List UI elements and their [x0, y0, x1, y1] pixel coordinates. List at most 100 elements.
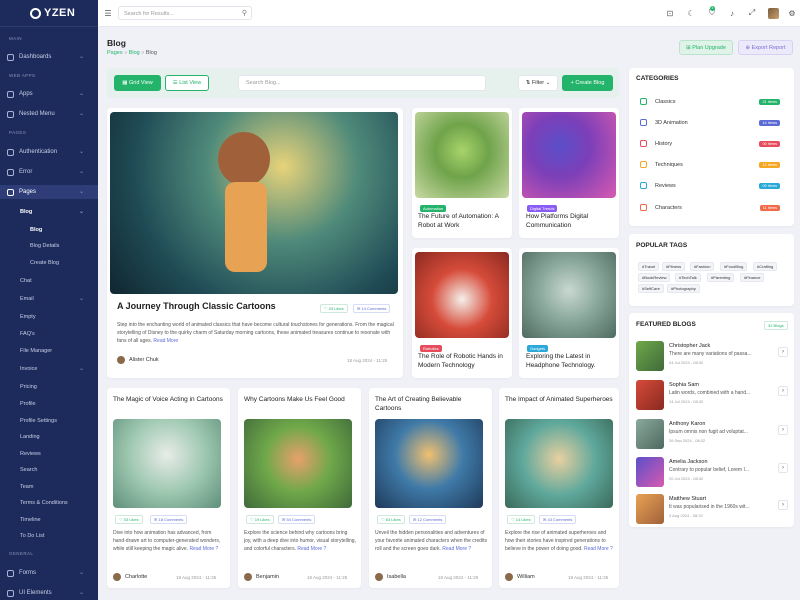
sidebar-item-blog[interactable]: Blog: [0, 223, 98, 237]
tag-chip[interactable]: #Finance: [740, 273, 765, 282]
bell-icon[interactable]: ♪: [727, 8, 737, 18]
category-tag[interactable]: Automation: [420, 205, 447, 212]
likes-badge[interactable]: ♡ 14 Likes: [507, 515, 535, 524]
blog-author[interactable]: Isabella: [375, 573, 406, 581]
blog-title[interactable]: The Future of Automation: A Robot at Wor…: [418, 212, 510, 231]
tag-chip[interactable]: #Parenting: [707, 273, 735, 282]
category-item[interactable]: History 06 Items: [640, 133, 784, 154]
tag-chip[interactable]: #Fitness: [662, 262, 686, 271]
featured-blog-item[interactable]: Christopher Jack There are many variatio…: [636, 341, 790, 381]
likes-badge[interactable]: ♡ 19 Likes: [246, 515, 274, 524]
tag-chip[interactable]: #SelfCare: [638, 284, 664, 293]
chevron-right-icon[interactable]: ›: [778, 463, 788, 473]
sidebar-item-team[interactable]: Team: [0, 480, 98, 494]
sidebar-item-error[interactable]: Error ⌄: [0, 165, 98, 179]
sidebar-item-pricing[interactable]: Pricing: [0, 380, 98, 394]
create-blog-button[interactable]: + Create Blog: [562, 75, 613, 91]
sidebar-item-profile-settings[interactable]: Profile Settings: [0, 414, 98, 428]
sidebar-item-search[interactable]: Search: [0, 463, 98, 477]
sidebar-item-ui-elements[interactable]: UI Elements ⌄: [0, 586, 98, 600]
featured-blog-item[interactable]: Matthew Stuart It was popularised in the…: [636, 494, 790, 534]
sidebar-item-todo[interactable]: To Do List: [0, 529, 98, 543]
blog-title[interactable]: The Art of Creating Believable Cartoons: [375, 395, 487, 414]
blog-title[interactable]: Exploring the Latest in Headphone Techno…: [526, 352, 616, 371]
blog-title[interactable]: How Platforms Digital Communication: [526, 212, 616, 231]
sidebar-item-file-manager[interactable]: File Manager: [0, 344, 98, 358]
fullscreen-icon[interactable]: ⤢: [747, 8, 757, 18]
read-more-link[interactable]: Read More ?: [189, 546, 218, 552]
tag-chip[interactable]: #Photography: [667, 284, 700, 293]
comments-badge[interactable]: ✉ 12 Comments: [409, 515, 447, 524]
category-item[interactable]: Techniques 12 Items: [640, 154, 784, 175]
sidebar-item-nested-menu[interactable]: Nested Menu ⌄: [0, 107, 98, 121]
comments-badge[interactable]: ✉ 54 Comments: [278, 515, 316, 524]
sidebar-item-chat[interactable]: Chat: [0, 274, 98, 288]
hamburger-icon[interactable]: ☰: [103, 8, 113, 18]
list-view-button[interactable]: ☰ List View: [165, 75, 209, 91]
grid-view-button[interactable]: ▦ Grid View: [114, 75, 161, 91]
moon-icon[interactable]: ☾: [686, 8, 696, 18]
featured-blog-title[interactable]: A Journey Through Classic Cartoons: [117, 300, 276, 313]
category-item[interactable]: 3D Animation 14 Items: [640, 112, 784, 133]
tag-chip[interactable]: #BookReview: [638, 273, 671, 282]
language-icon[interactable]: ⊡: [665, 8, 675, 18]
sidebar-item-empty[interactable]: Empty: [0, 310, 98, 324]
sidebar-item-pages[interactable]: Pages ⌄: [0, 185, 98, 199]
blog-author[interactable]: William: [505, 573, 535, 581]
sidebar-item-forms[interactable]: Forms ⌄: [0, 566, 98, 580]
featured-blog-author[interactable]: Alister Chuk: [117, 356, 159, 364]
app-logo[interactable]: YZEN: [0, 0, 98, 27]
sidebar-item-profile[interactable]: Profile: [0, 397, 98, 411]
sidebar-item-email[interactable]: Email ⌄: [0, 292, 98, 306]
sidebar-item-authentication[interactable]: Authentication ⌄: [0, 145, 98, 159]
blog-search-input[interactable]: Search Blog...: [238, 75, 486, 91]
sidebar-item-apps[interactable]: Apps ⌄: [0, 87, 98, 101]
read-more-link[interactable]: Read More ?: [442, 546, 471, 552]
sidebar-item-landing[interactable]: Landing: [0, 430, 98, 444]
tag-chip[interactable]: #Fashion: [690, 262, 715, 271]
breadcrumb-blog[interactable]: Blog: [129, 50, 140, 56]
featured-blog-item[interactable]: Amelia Jackson Contrary to popular belie…: [636, 457, 790, 497]
blog-card[interactable]: The Impact of Animated Superheroes ♡ 14 …: [499, 388, 619, 588]
read-more-link[interactable]: Read More ?: [584, 546, 613, 552]
sidebar-item-timeline[interactable]: Timeline: [0, 513, 98, 527]
chevron-right-icon[interactable]: ›: [778, 347, 788, 357]
filter-button[interactable]: ⇅ Filter ⌄: [518, 75, 558, 91]
likes-badge[interactable]: ♡ 03 Likes: [320, 304, 348, 313]
sidebar-item-create-blog[interactable]: Create Blog: [0, 256, 98, 270]
blog-title[interactable]: The Magic of Voice Acting in Cartoons: [113, 395, 225, 404]
sidebar-item-dashboards[interactable]: Dashboards ⌄: [0, 50, 98, 64]
chevron-right-icon[interactable]: ›: [778, 386, 788, 396]
category-item[interactable]: Reviews 09 Items: [640, 175, 784, 196]
featured-blog-item[interactable]: Anthony Karon Ipsum omnis non fugit ad v…: [636, 419, 790, 459]
sidebar-item-terms[interactable]: Terms & Conditions: [0, 496, 98, 510]
blog-title[interactable]: Why Cartoons Make Us Feel Good: [244, 395, 356, 404]
read-more-link[interactable]: Read More: [153, 338, 178, 344]
comments-badge[interactable]: ✉ 43 Comments: [539, 515, 577, 524]
blog-title[interactable]: The Role of Robotic Hands in Modern Tech…: [418, 352, 510, 371]
blog-card[interactable]: Why Cartoons Make Us Feel Good ♡ 19 Like…: [238, 388, 361, 588]
featured-blog-item[interactable]: Sophia Sam Latin words, combined with a …: [636, 380, 790, 420]
likes-badge[interactable]: ♡ 03 Likes: [115, 515, 143, 524]
sidebar-item-invoice[interactable]: Invoice ⌄: [0, 362, 98, 376]
tag-chip[interactable]: #Travel: [638, 262, 660, 271]
breadcrumb-pages[interactable]: Pages: [107, 50, 123, 56]
search-input[interactable]: Search for Results... ⚲: [118, 6, 252, 20]
sidebar-item-blog-group[interactable]: Blog ⌄: [0, 205, 98, 219]
blog-card[interactable]: The Magic of Voice Acting in Cartoons ♡ …: [107, 388, 230, 588]
featured-blog-card[interactable]: A Journey Through Classic Cartoons ♡ 03 …: [107, 108, 403, 378]
plan-upgrade-button[interactable]: ⊞ Plan Upgrade: [679, 40, 733, 55]
blog-card[interactable]: The Art of Creating Believable Cartoons …: [369, 388, 492, 588]
blog-author[interactable]: Charlotte: [113, 573, 147, 581]
category-item[interactable]: Characters 11 Items: [640, 197, 784, 218]
comments-badge[interactable]: ✉ 14 Comments: [353, 304, 391, 313]
tag-chip[interactable]: #Crafting: [753, 262, 778, 271]
blog-card-small[interactable]: Digital Trends How Platforms Digital Com…: [519, 108, 619, 238]
category-item[interactable]: Classics 21 Items: [640, 91, 784, 112]
tag-chip[interactable]: #FoodBlog: [720, 262, 748, 271]
blog-card-small[interactable]: Gadgets Exploring the Latest in Headphon…: [519, 248, 619, 378]
tag-chip[interactable]: #TechTalk: [675, 273, 701, 282]
blog-title[interactable]: The Impact of Animated Superheroes: [505, 395, 615, 404]
category-tag[interactable]: Robotics: [420, 345, 442, 352]
sidebar-item-blog-details[interactable]: Blog Details: [0, 239, 98, 253]
